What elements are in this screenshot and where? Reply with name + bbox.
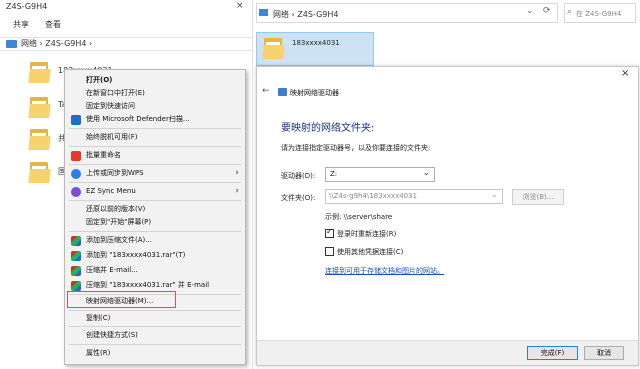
menu-item-open[interactable]: 打开(O) xyxy=(65,74,245,87)
chevron-down-icon: ⌄ xyxy=(490,190,498,200)
menu-separator xyxy=(69,128,241,129)
winrar-icon xyxy=(71,266,81,276)
folder-path-input[interactable]: \\Z4s-g9h4\183xxxx4031 ⌄ xyxy=(325,189,503,204)
menu-item-open-new-window[interactable]: 在新窗口中打开(E) xyxy=(65,87,245,100)
menu-item-restore-versions[interactable]: 还原以前的版本(V) xyxy=(65,203,245,216)
menu-item-always-offline[interactable]: 始终脱机可用(F) xyxy=(65,131,245,144)
menu-separator xyxy=(69,200,241,201)
menu-separator xyxy=(69,164,241,165)
menu-item-batch-rename[interactable]: 批量重命名 xyxy=(65,149,245,162)
menu-item-compress-email[interactable]: 压缩并 E-mail... xyxy=(65,264,245,277)
ribbon-tab-view[interactable]: 查看 xyxy=(45,19,61,30)
folder-icon xyxy=(28,127,51,151)
menu-separator xyxy=(69,146,241,147)
folder-label: 文件夹(O): xyxy=(281,194,316,202)
search-icon: ⌕ xyxy=(567,7,573,17)
menu-separator xyxy=(69,182,241,183)
ribbon-tab-share[interactable]: 共享 xyxy=(13,19,29,30)
refresh-icon[interactable]: ⟳ xyxy=(543,6,551,16)
highlight-annotation-box xyxy=(67,291,176,308)
wps-cloud-icon xyxy=(71,169,81,179)
menu-item-add-to-rar[interactable]: 添加到 "183xxxx4031.rar"(T) xyxy=(65,249,245,262)
drive-select[interactable]: Z: ⌄ xyxy=(325,167,435,182)
drive-value: Z: xyxy=(330,170,338,178)
menu-item-pin-start[interactable]: 固定到"开始"屏幕(P) xyxy=(65,216,245,229)
reconnect-checkbox[interactable]: ✓ xyxy=(325,227,334,238)
menu-item-upload-wps[interactable]: 上传或同步到WPS › xyxy=(65,167,245,180)
selected-folder-name[interactable]: 183xxxx4031 xyxy=(292,39,340,47)
finish-button[interactable]: 完成(F) xyxy=(527,346,578,360)
folder-icon xyxy=(28,95,51,119)
menu-separator xyxy=(69,231,241,232)
menu-separator xyxy=(69,310,241,311)
chevron-down-icon: ⌄ xyxy=(422,168,430,178)
menu-item-defender-scan[interactable]: 使用 Microsoft Defender扫描... xyxy=(65,113,245,126)
menu-item-copy[interactable]: 复制(C) xyxy=(65,312,245,325)
cancel-button[interactable]: 取消 xyxy=(584,346,624,360)
dialog-close-icon[interactable]: × xyxy=(621,68,629,79)
folder-path-value: \\Z4s-g9h4\183xxxx4031 xyxy=(329,192,418,200)
left-window-title: Z4S-G9H4 xyxy=(6,2,48,11)
right-breadcrumb[interactable]: 网络 › Z4S-G9H4 xyxy=(273,9,339,20)
context-menu: 打开(O) 在新窗口中打开(E) 固定到快速访问 使用 Microsoft De… xyxy=(64,69,246,365)
network-drive-icon xyxy=(278,88,287,96)
search-placeholder[interactable]: 在 Z4S-G9H4 xyxy=(576,9,621,19)
winrar-icon xyxy=(71,236,81,246)
menu-item-ez-sync[interactable]: EZ Sync Menu › xyxy=(65,185,245,198)
browse-button[interactable]: 浏览(B)... xyxy=(512,189,564,205)
dialog-title: 映射网络驱动器 xyxy=(290,89,339,97)
map-drive-dialog xyxy=(256,66,639,366)
left-close-icon[interactable]: × xyxy=(236,1,244,11)
other-credentials-label[interactable]: 使用其他凭据连接(C) xyxy=(337,247,403,257)
menu-separator xyxy=(69,344,241,345)
drive-label: 驱动器(D): xyxy=(281,172,316,180)
winrar-icon xyxy=(71,281,81,291)
menu-separator xyxy=(69,326,241,327)
reconnect-label[interactable]: 登录时重新连接(R) xyxy=(337,229,396,239)
dialog-heading: 要映射的网络文件夹: xyxy=(281,123,375,134)
check-icon: ✓ xyxy=(326,227,333,236)
website-link[interactable]: 连接到可用于存储文档和图片的网站。 xyxy=(325,266,444,276)
left-breadcrumb[interactable]: 网络 › Z4S-G9H4 › xyxy=(21,38,92,49)
wps-icon xyxy=(71,151,81,161)
example-text: 示例: \\server\share xyxy=(325,213,393,221)
menu-item-add-archive[interactable]: 添加到压缩文件(A)... xyxy=(65,234,245,247)
computer-icon xyxy=(6,40,17,48)
other-credentials-checkbox[interactable] xyxy=(325,247,334,256)
network-icon xyxy=(259,9,268,16)
winrar-icon xyxy=(71,251,81,261)
dialog-footer xyxy=(257,340,638,365)
ez-sync-icon xyxy=(71,187,81,197)
back-arrow-icon[interactable]: ← xyxy=(262,86,270,96)
defender-shield-icon xyxy=(71,115,81,125)
folder-icon xyxy=(262,36,285,60)
menu-item-pin-quick-access[interactable]: 固定到快速访问 xyxy=(65,100,245,113)
menu-item-properties[interactable]: 属性(R) xyxy=(65,347,245,360)
address-dropdown-icon[interactable]: ⌄ xyxy=(526,6,534,16)
submenu-arrow-icon: › xyxy=(235,168,239,178)
folder-icon xyxy=(28,160,51,184)
dialog-description: 请为连接指定驱动器号，以及你要连接的文件夹: xyxy=(281,144,431,152)
menu-item-create-shortcut[interactable]: 创建快捷方式(S) xyxy=(65,329,245,342)
submenu-arrow-icon: › xyxy=(235,186,239,196)
folder-icon xyxy=(28,60,51,84)
